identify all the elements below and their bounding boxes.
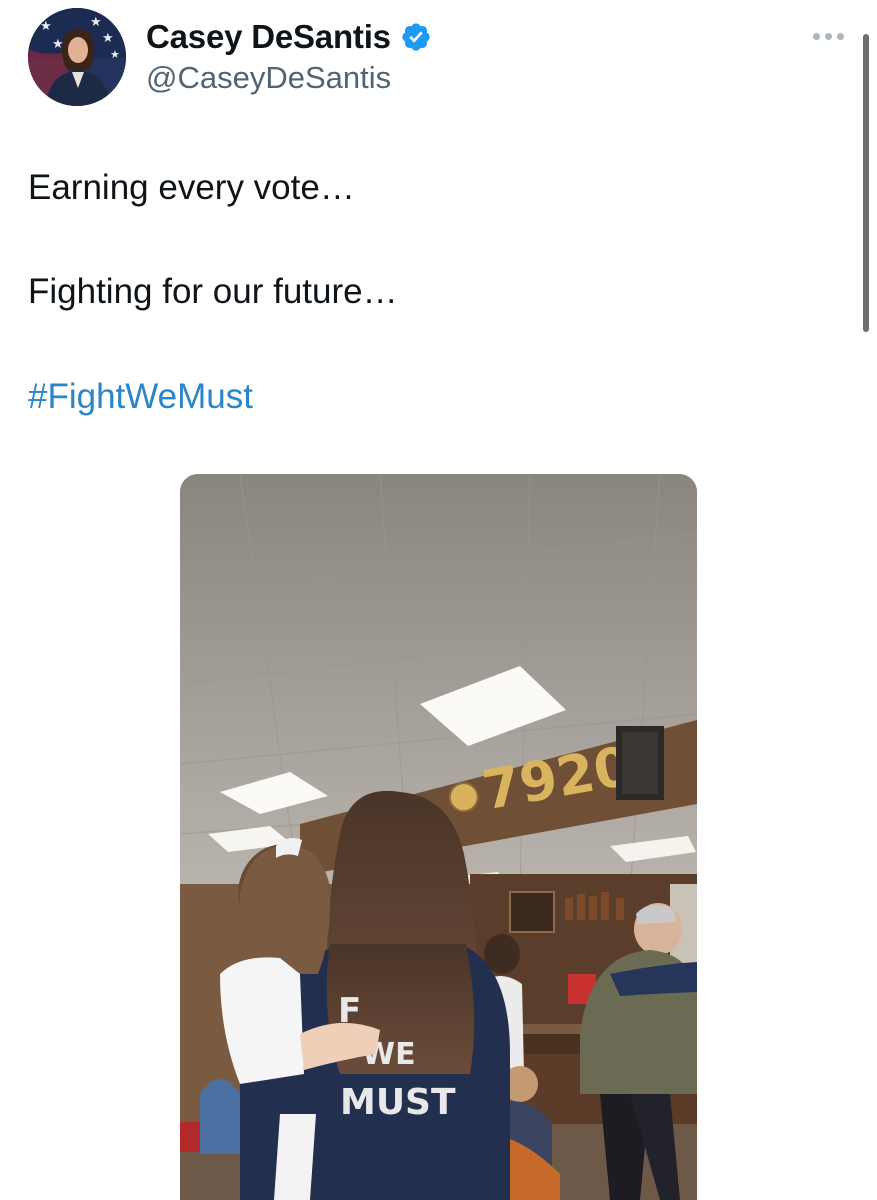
svg-text:★: ★ bbox=[90, 15, 102, 30]
media-scene: 7920 F WE MUST bbox=[180, 474, 697, 1200]
author-handle[interactable]: @CaseyDeSantis bbox=[146, 58, 391, 98]
hashtag-link[interactable]: #FightWeMust bbox=[28, 375, 253, 419]
jacket-text-bottom: MUST bbox=[340, 1082, 456, 1123]
svg-text:★: ★ bbox=[102, 31, 114, 46]
avatar-photo: ★ ★ ★ ★ ★ bbox=[28, 8, 126, 106]
author-name-row[interactable]: Casey DeSantis bbox=[146, 16, 432, 58]
avatar[interactable]: ★ ★ ★ ★ ★ bbox=[28, 8, 126, 106]
svg-text:★: ★ bbox=[52, 37, 64, 52]
display-name[interactable]: Casey DeSantis bbox=[146, 16, 391, 58]
svg-text:★: ★ bbox=[110, 48, 120, 61]
scrollbar[interactable] bbox=[863, 34, 869, 332]
svg-text:★: ★ bbox=[40, 19, 52, 34]
tweet-text-line-1: Earning every vote… bbox=[28, 168, 355, 207]
tweet-media-video[interactable]: 7920 F WE MUST bbox=[180, 474, 697, 1200]
verified-badge-icon bbox=[400, 21, 432, 53]
more-horizontal-icon[interactable] bbox=[813, 28, 847, 44]
tweet-text-line-2: Fighting for our future… bbox=[28, 272, 398, 311]
